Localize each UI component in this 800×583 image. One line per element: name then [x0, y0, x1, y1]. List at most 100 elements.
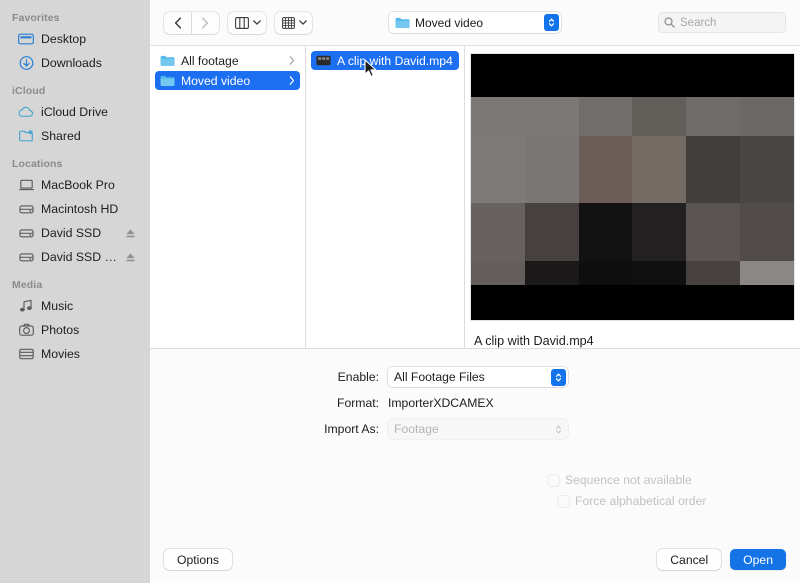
preview-pane: A clip with David.mp4 — [465, 46, 800, 348]
sidebar-item-label: MacBook Pro — [41, 178, 115, 192]
browser-row-label: All footage — [181, 53, 239, 68]
checkbox-box — [548, 474, 559, 486]
thumbnail-pixel — [524, 54, 579, 97]
sidebar-item-label: Movies — [41, 347, 80, 361]
footer-bar: Options Cancel Open — [150, 536, 800, 583]
thumbnail-pixel-grid — [471, 54, 794, 320]
search-icon — [664, 17, 675, 28]
sidebar-item-desktop[interactable]: Desktop — [6, 27, 144, 51]
desktop-icon — [18, 31, 34, 47]
sidebar-item-label: Downloads — [41, 56, 102, 70]
checkbox-area: Sequence not available Force alphabetical… — [150, 473, 800, 508]
thumbnail-pixel — [578, 202, 633, 262]
chevron-left-icon — [174, 16, 181, 29]
sidebar-item-label: David SSD Backup — [41, 250, 118, 264]
enable-popup-button[interactable]: All Footage Files — [388, 367, 568, 387]
checkbox-label: Force alphabetical order — [575, 494, 707, 508]
sidebar-group-media: Media Music Photos Movies — [0, 279, 150, 366]
thumbnail-pixel — [740, 96, 794, 137]
import-as-popup-button: Footage — [388, 419, 568, 439]
thumbnail-pixel — [471, 261, 525, 286]
browser-row-label: A clip with David.mp4 — [337, 53, 453, 68]
chevron-right-icon — [289, 76, 295, 85]
browser-row[interactable]: A clip with David.mp4 — [311, 51, 459, 70]
downloads-icon — [18, 55, 34, 71]
sidebar-item-label: Macintosh HD — [41, 202, 119, 216]
sidebar-item-movies[interactable]: Movies — [6, 342, 144, 366]
sidebar-group-favorites: Favorites Desktop Downloads — [0, 12, 150, 75]
sidebar-group-locations: Locations MacBook Pro Macintosh HD David SS… — [0, 158, 150, 269]
grid-view-icon — [281, 16, 295, 29]
enable-stepper[interactable] — [551, 368, 566, 386]
sidebar-item-downloads[interactable]: Downloads — [6, 51, 144, 75]
format-row: Format: ImporterXDCAMEX — [150, 396, 800, 410]
sidebar-item-label: Photos — [41, 323, 80, 337]
forward-button[interactable] — [192, 12, 219, 34]
main-area: Moved video Search All footage Moved vide… — [150, 0, 800, 583]
browser-column-folders[interactable]: All footage Moved video — [150, 46, 306, 348]
hard-drive-icon — [18, 225, 34, 241]
sidebar-item-label: iCloud Drive — [41, 105, 108, 119]
sidebar-group-icloud: iCloud iCloud Drive Shared — [0, 85, 150, 148]
path-popup-button[interactable]: Moved video — [389, 12, 561, 33]
thumbnail-pixel — [524, 136, 579, 203]
thumbnail-pixel — [471, 202, 525, 262]
thumbnail-pixel — [632, 261, 687, 286]
thumbnail-pixel — [578, 285, 633, 320]
path-popup-stepper[interactable] — [544, 14, 559, 31]
sidebar-group-title: iCloud — [12, 85, 46, 97]
sidebar-item-music[interactable]: Music — [6, 294, 144, 318]
chevron-down-icon — [298, 20, 307, 25]
navigation-buttons — [164, 11, 219, 34]
icloud-drive-icon — [18, 104, 34, 120]
eject-icon[interactable] — [125, 252, 136, 263]
chevron-right-icon — [289, 56, 295, 65]
thumbnail-pixel — [632, 202, 687, 262]
browser-column-preview: A clip with David.mp4 — [465, 46, 800, 348]
sidebar-group-title: Media — [12, 279, 43, 291]
music-note-icon — [18, 298, 34, 314]
thumbnail-pixel — [578, 136, 633, 203]
thumbnail-pixel — [471, 54, 525, 97]
sidebar-item-label: David SSD — [41, 226, 102, 240]
laptop-icon — [18, 177, 34, 193]
browser-row[interactable]: Moved video — [155, 71, 300, 90]
sidebar: Favorites Desktop Downloads iCloud iCloud Dr… — [0, 0, 150, 583]
thumbnail-pixel — [686, 261, 741, 286]
sidebar-item-macbook-pro[interactable]: MacBook Pro — [6, 173, 144, 197]
enable-label: Enable: — [337, 370, 379, 384]
sidebar-item-shared[interactable]: Shared — [6, 124, 144, 148]
browser-column-files[interactable]: A clip with David.mp4 — [306, 46, 465, 348]
options-button[interactable]: Options — [164, 549, 233, 570]
sidebar-item-label: Shared — [41, 129, 81, 143]
enable-value: All Footage Files — [394, 370, 485, 384]
thumbnail-pixel — [740, 202, 794, 262]
thumbnail-pixel — [578, 54, 633, 97]
checkbox-row: Sequence not available — [150, 473, 800, 487]
import-as-label: Import As: — [324, 422, 379, 436]
open-button[interactable]: Open — [730, 549, 786, 570]
eject-icon[interactable] — [125, 228, 136, 239]
format-value: ImporterXDCAMEX — [388, 396, 494, 410]
thumbnail-pixel — [632, 285, 687, 320]
thumbnail-pixel — [524, 261, 579, 286]
thumbnail-pixel — [740, 261, 794, 286]
view-gallery-button[interactable] — [274, 11, 312, 34]
sidebar-item-icloud-drive[interactable]: iCloud Drive — [6, 100, 144, 124]
cancel-button[interactable]: Cancel — [657, 549, 722, 570]
view-column-button[interactable] — [227, 11, 266, 34]
sidebar-item-david-ssd-backup[interactable]: David SSD Backup — [6, 245, 144, 269]
sidebar-item-macintosh-hd[interactable]: Macintosh HD — [6, 197, 144, 221]
thumbnail-pixel — [740, 54, 794, 97]
sidebar-item-david-ssd[interactable]: David SSD — [6, 221, 144, 245]
thumbnail-pixel — [686, 54, 741, 97]
search-field[interactable]: Search — [658, 12, 786, 33]
back-button[interactable] — [164, 12, 191, 34]
sidebar-item-photos[interactable]: Photos — [6, 318, 144, 342]
thumbnail-pixel — [686, 96, 741, 137]
thumbnail-pixel — [524, 96, 579, 137]
import-as-row: Import As: Footage — [150, 419, 800, 439]
browser-row[interactable]: All footage — [155, 51, 300, 70]
thumbnail-pixel — [740, 136, 794, 203]
thumbnail-pixel — [632, 136, 687, 203]
